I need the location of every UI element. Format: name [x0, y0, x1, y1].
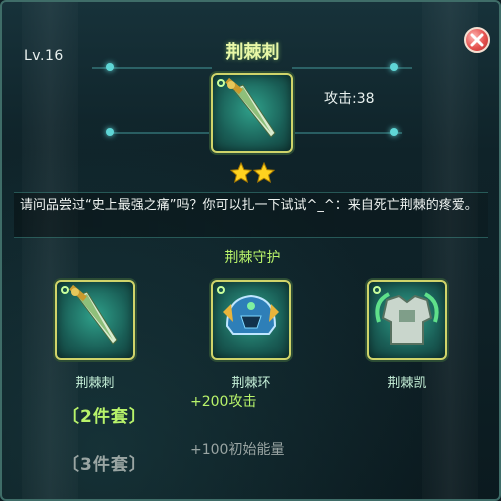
decor-dot: [106, 128, 114, 136]
set-bonus-effect: +100初始能量: [190, 442, 285, 458]
set-piece-slot[interactable]: [211, 280, 291, 360]
close-icon[interactable]: [464, 27, 490, 53]
set-piece-name: 荆棘环: [231, 376, 271, 391]
decor-dot: [390, 128, 398, 136]
item-description: 请问品尝过“史上最强之痛”吗？你可以扎一下试试^_^：来自死亡荆棘的疼爱。: [20, 198, 478, 213]
helmet-icon: [223, 294, 279, 335]
slot-indicator: [217, 79, 225, 87]
attack-stat: 攻击:38: [324, 91, 375, 107]
slot-indicator: [61, 286, 69, 294]
decor-dot: [390, 63, 398, 71]
slot-indicator: [373, 286, 381, 294]
star-icon: [253, 162, 275, 184]
set-piece-slot[interactable]: [367, 280, 447, 360]
set-piece-name: 荆棘凯: [387, 376, 427, 391]
set-title: 荆棘守护: [224, 250, 281, 266]
item-detail-panel: Lv.16 荆棘刺 攻击:38 请问品尝过“史上最强之痛”吗？你可以扎一下试试^…: [0, 0, 501, 501]
close-icon-glyph: [470, 33, 484, 47]
set-piece-slot[interactable]: [55, 280, 135, 360]
slot-indicator: [217, 286, 225, 294]
item-description-box: 请问品尝过“史上最强之痛”吗？你可以扎一下试试^_^：来自死亡荆棘的疼爱。: [14, 192, 488, 238]
armor-icon: [375, 292, 439, 345]
star-icon: [230, 162, 252, 184]
main-item-slot[interactable]: [211, 73, 293, 153]
set-bonus-effect: +200攻击: [190, 394, 257, 410]
set-bonus-tier: 〔2件套〕: [62, 407, 147, 427]
item-name-title: 荆棘刺: [225, 42, 280, 63]
decor-line: [292, 132, 402, 134]
set-piece-name: 荆棘刺: [75, 376, 115, 391]
decor-line: [112, 132, 212, 134]
dagger-icon: [69, 284, 118, 345]
set-bonus-tier: 〔3件套〕: [62, 455, 147, 475]
dagger-icon: [225, 77, 276, 138]
decor-dot: [106, 63, 114, 71]
